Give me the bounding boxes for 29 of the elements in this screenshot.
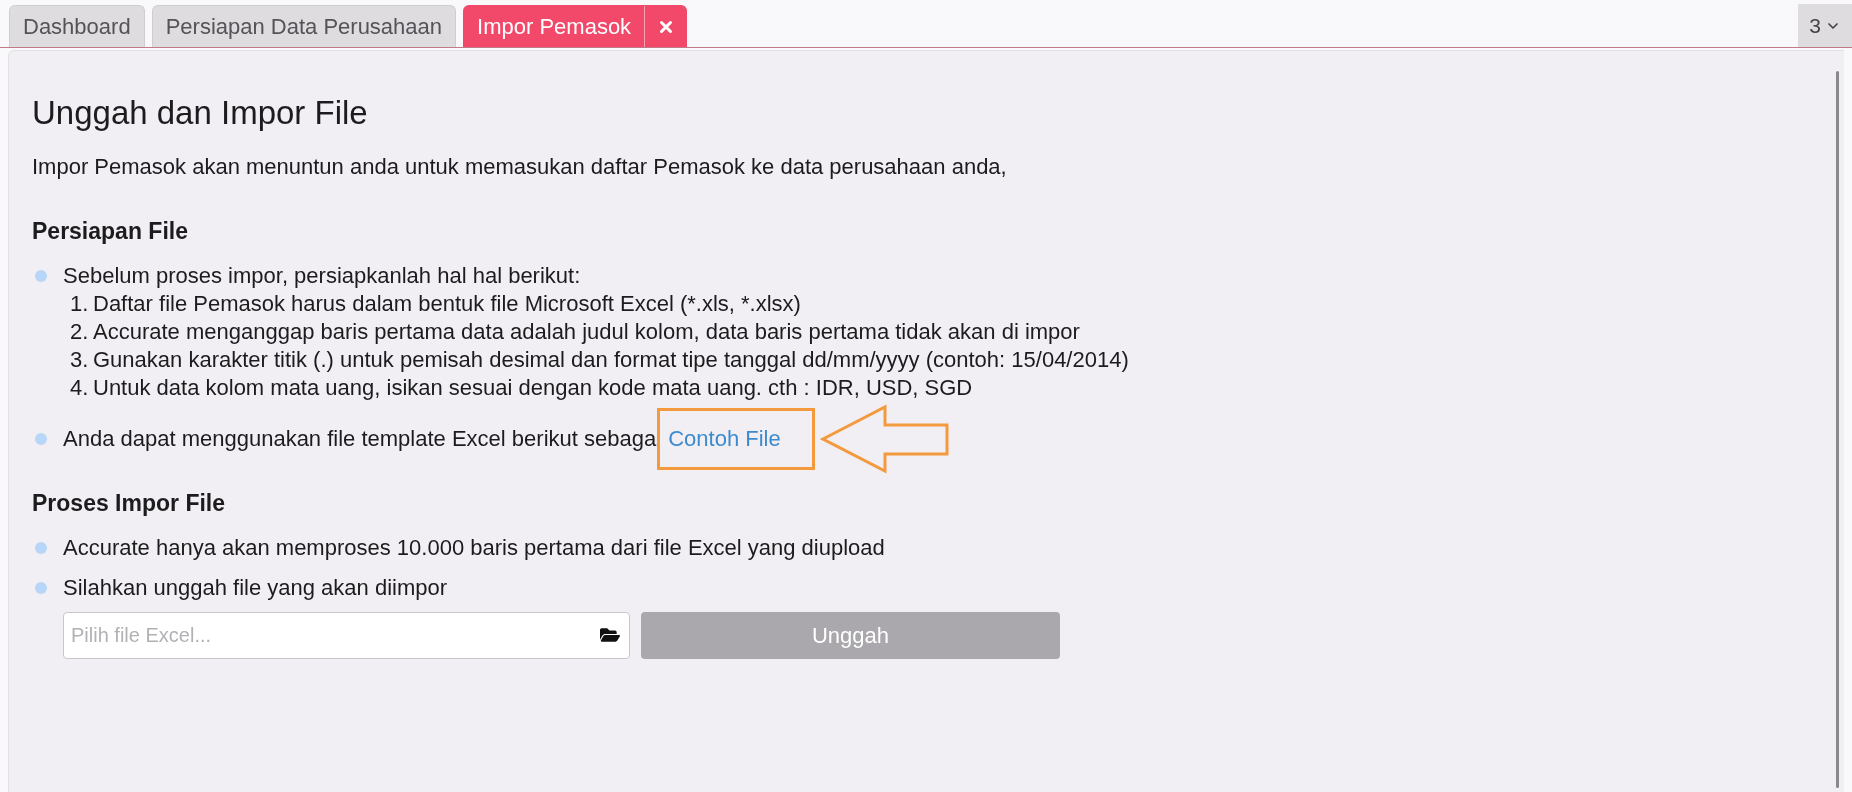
bullet-icon <box>35 270 47 282</box>
step-text: Accurate menganggap baris pertama data adalah judul kolom, data baris pertama tidak akan di impor <box>93 318 1080 346</box>
bullet-icon <box>35 582 47 594</box>
tab-overflow-button[interactable]: 3 <box>1798 4 1852 47</box>
section-heading: Proses Impor File <box>32 489 226 517</box>
step-number: 4. <box>70 374 90 402</box>
page-title: Unggah dan Impor File <box>32 94 369 132</box>
tab[interactable]: Persiapan Data Perusahaan <box>151 5 457 47</box>
template-text: Anda dapat menggunakan file template Excel berikut sebaga <box>63 425 657 453</box>
tab[interactable]: Impor Pemasok <box>463 5 688 47</box>
bullet-icon <box>35 433 47 445</box>
step-text: Daftar file Pemasok harus dalam bentuk file Microsoft Excel (*.xls, *.xlsx) <box>93 290 801 318</box>
intro-text: Impor Pemasok akan menuntun anda untuk memasukan daftar Pemasok ke data perusahaan anda, <box>32 153 1008 181</box>
left-arrow-icon <box>820 404 951 474</box>
section-heading: Persiapan File <box>32 217 189 245</box>
sample-file-link[interactable]: Contoh File <box>668 425 781 453</box>
step-text: Untuk data kolom mata uang, isikan sesuai dengan kode mata uang. cth : IDR, USD, SGD <box>93 374 973 402</box>
tab[interactable]: Dashboard <box>9 5 145 47</box>
bullet-icon <box>35 542 47 554</box>
folder-icon[interactable] <box>600 625 620 645</box>
scrollbar[interactable] <box>1836 71 1839 788</box>
step-number: 3. <box>70 346 90 374</box>
step-number: 1. <box>70 290 90 318</box>
list-text: Sebelum proses impor, persiapkanlah hal hal berikut: <box>63 262 581 290</box>
info-text: Accurate hanya akan memproses 10.000 baris pertama dari file Excel yang diupload <box>63 534 885 562</box>
step-number: 2. <box>70 318 90 346</box>
step-text: Gunakan karakter titik (.) untuk pemisah desimal dan format tipe tanggal dd/mm/yyyy (contoh: 15/04/2014) <box>93 346 1129 374</box>
file-input-field[interactable]: Pilih file Excel... <box>63 612 630 659</box>
instruction-text: Silahkan unggah file yang akan diimpor <box>63 574 448 602</box>
